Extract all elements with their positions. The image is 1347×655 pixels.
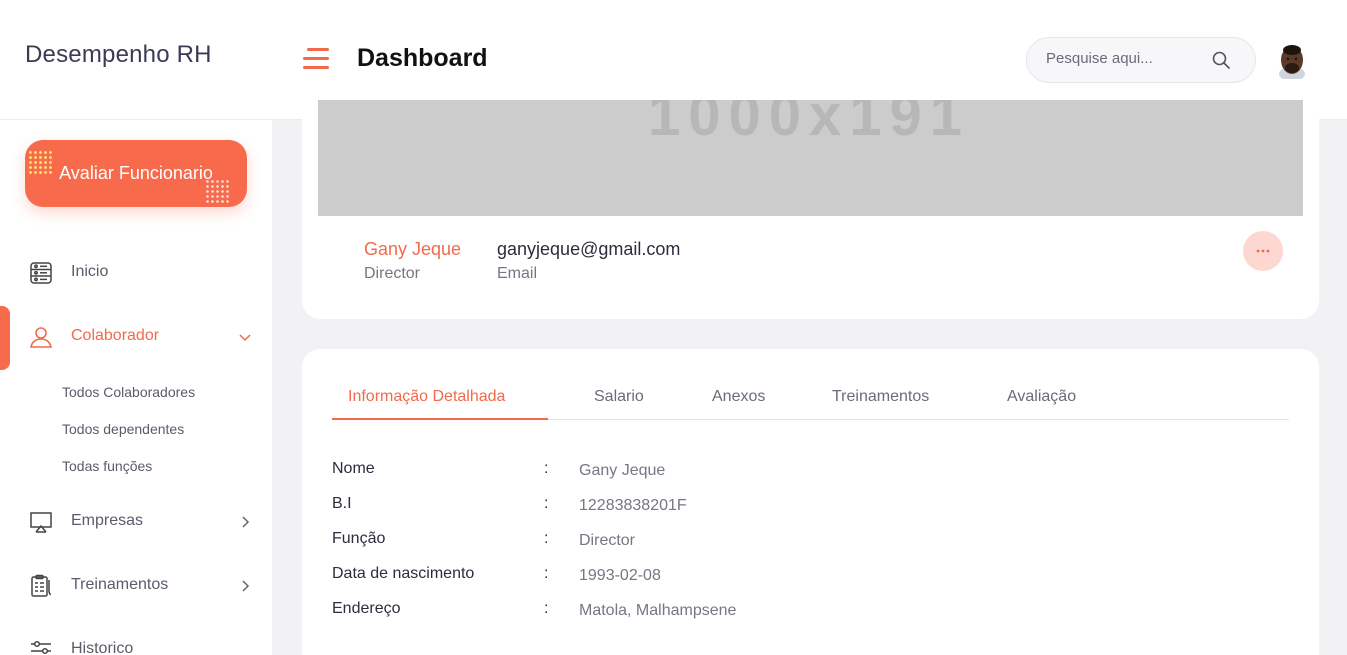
sidebar-item-label: Historico [71, 640, 134, 655]
detail-separator: : [544, 565, 549, 582]
detail-label: Nome [332, 460, 375, 477]
detail-label: Função [332, 530, 386, 547]
tab-salario[interactable]: Salario [594, 388, 644, 406]
detail-value: 1993-02-08 [579, 567, 661, 584]
search-input[interactable] [1046, 50, 1206, 67]
employee-role: Director [364, 265, 421, 282]
tab-treinamentos[interactable]: Treinamentos [832, 388, 929, 406]
details-card: Informação Detalhada Salario Anexos Trei… [302, 349, 1319, 655]
detail-separator: : [544, 530, 549, 547]
menu-toggle-icon[interactable] [303, 48, 329, 70]
active-tab-underline [332, 418, 548, 420]
detail-label: Data de nascimento [332, 565, 475, 582]
detail-separator: : [544, 460, 549, 477]
more-horizontal-icon [1256, 249, 1270, 253]
more-options-button[interactable] [1243, 231, 1283, 271]
tab-avaliacao[interactable]: Avaliação [1007, 388, 1076, 406]
evaluate-employee-button[interactable]: Avaliar Funcionario [25, 140, 247, 207]
detail-value: Director [579, 532, 636, 549]
sidebar: Avaliar Funcionario Inicio Colaborador T… [0, 120, 272, 655]
clipboard-icon [31, 574, 52, 597]
detail-label: B.I [332, 495, 352, 512]
detail-separator: : [544, 600, 549, 617]
detail-value: Gany Jeque [579, 462, 666, 479]
chevron-down-icon [239, 334, 251, 342]
tab-bar: Informação Detalhada Salario Anexos Trei… [332, 379, 1289, 420]
search-icon[interactable] [1211, 50, 1231, 70]
tab-anexos[interactable]: Anexos [712, 388, 765, 406]
employee-email[interactable]: ganyjeque@gmail.com [497, 239, 680, 260]
presentation-icon [30, 512, 52, 533]
tab-informacao-detalhada[interactable]: Informação Detalhada [348, 388, 505, 406]
detail-separator: : [544, 495, 549, 512]
sliders-icon [31, 640, 51, 655]
sidebar-item-inicio[interactable]: Inicio [0, 253, 272, 293]
user-icon [30, 327, 52, 348]
sidebar-item-label: Inicio [71, 263, 109, 280]
dot-pattern-decoration [28, 150, 54, 176]
detail-value: 12283838201F [579, 497, 687, 514]
subitem-todos-dependentes[interactable]: Todos dependentes [62, 421, 184, 437]
brand-name: Desempenho RH [25, 41, 212, 68]
detail-label: Endereço [332, 600, 401, 617]
evaluate-employee-label: Avaliar Funcionario [59, 163, 213, 183]
avatar[interactable] [1277, 43, 1307, 79]
cover-image: 1000x191 [318, 100, 1303, 216]
detail-value: Matola, Malhampsene [579, 602, 737, 619]
sidebar-item-label: Colaborador [71, 327, 160, 344]
sidebar-item-label: Treinamentos [71, 576, 169, 593]
subitem-todas-funcoes[interactable]: Todas funções [62, 458, 152, 474]
chevron-right-icon [242, 516, 250, 528]
sidebar-item-label: Empresas [71, 512, 144, 529]
sidebar-item-historico[interactable]: Historico [0, 630, 272, 655]
page-title: Dashboard [357, 44, 488, 72]
cover-placeholder-text: 1000x191 [648, 100, 971, 148]
employee-name: Gany Jeque [364, 239, 462, 259]
subitem-todos-colaboradores[interactable]: Todos Colaboradores [62, 384, 195, 400]
dashboard-icon [30, 262, 52, 284]
profile-card: 1000x191 Gany Jeque Director ganyjeque@g… [302, 100, 1319, 319]
sidebar-item-treinamentos[interactable]: Treinamentos [0, 566, 272, 606]
email-label: Email [497, 265, 538, 282]
sidebar-item-empresas[interactable]: Empresas [0, 502, 272, 542]
sidebar-item-colaborador[interactable]: Colaborador [0, 317, 272, 357]
search-box [1026, 37, 1256, 83]
chevron-right-icon [242, 580, 250, 592]
